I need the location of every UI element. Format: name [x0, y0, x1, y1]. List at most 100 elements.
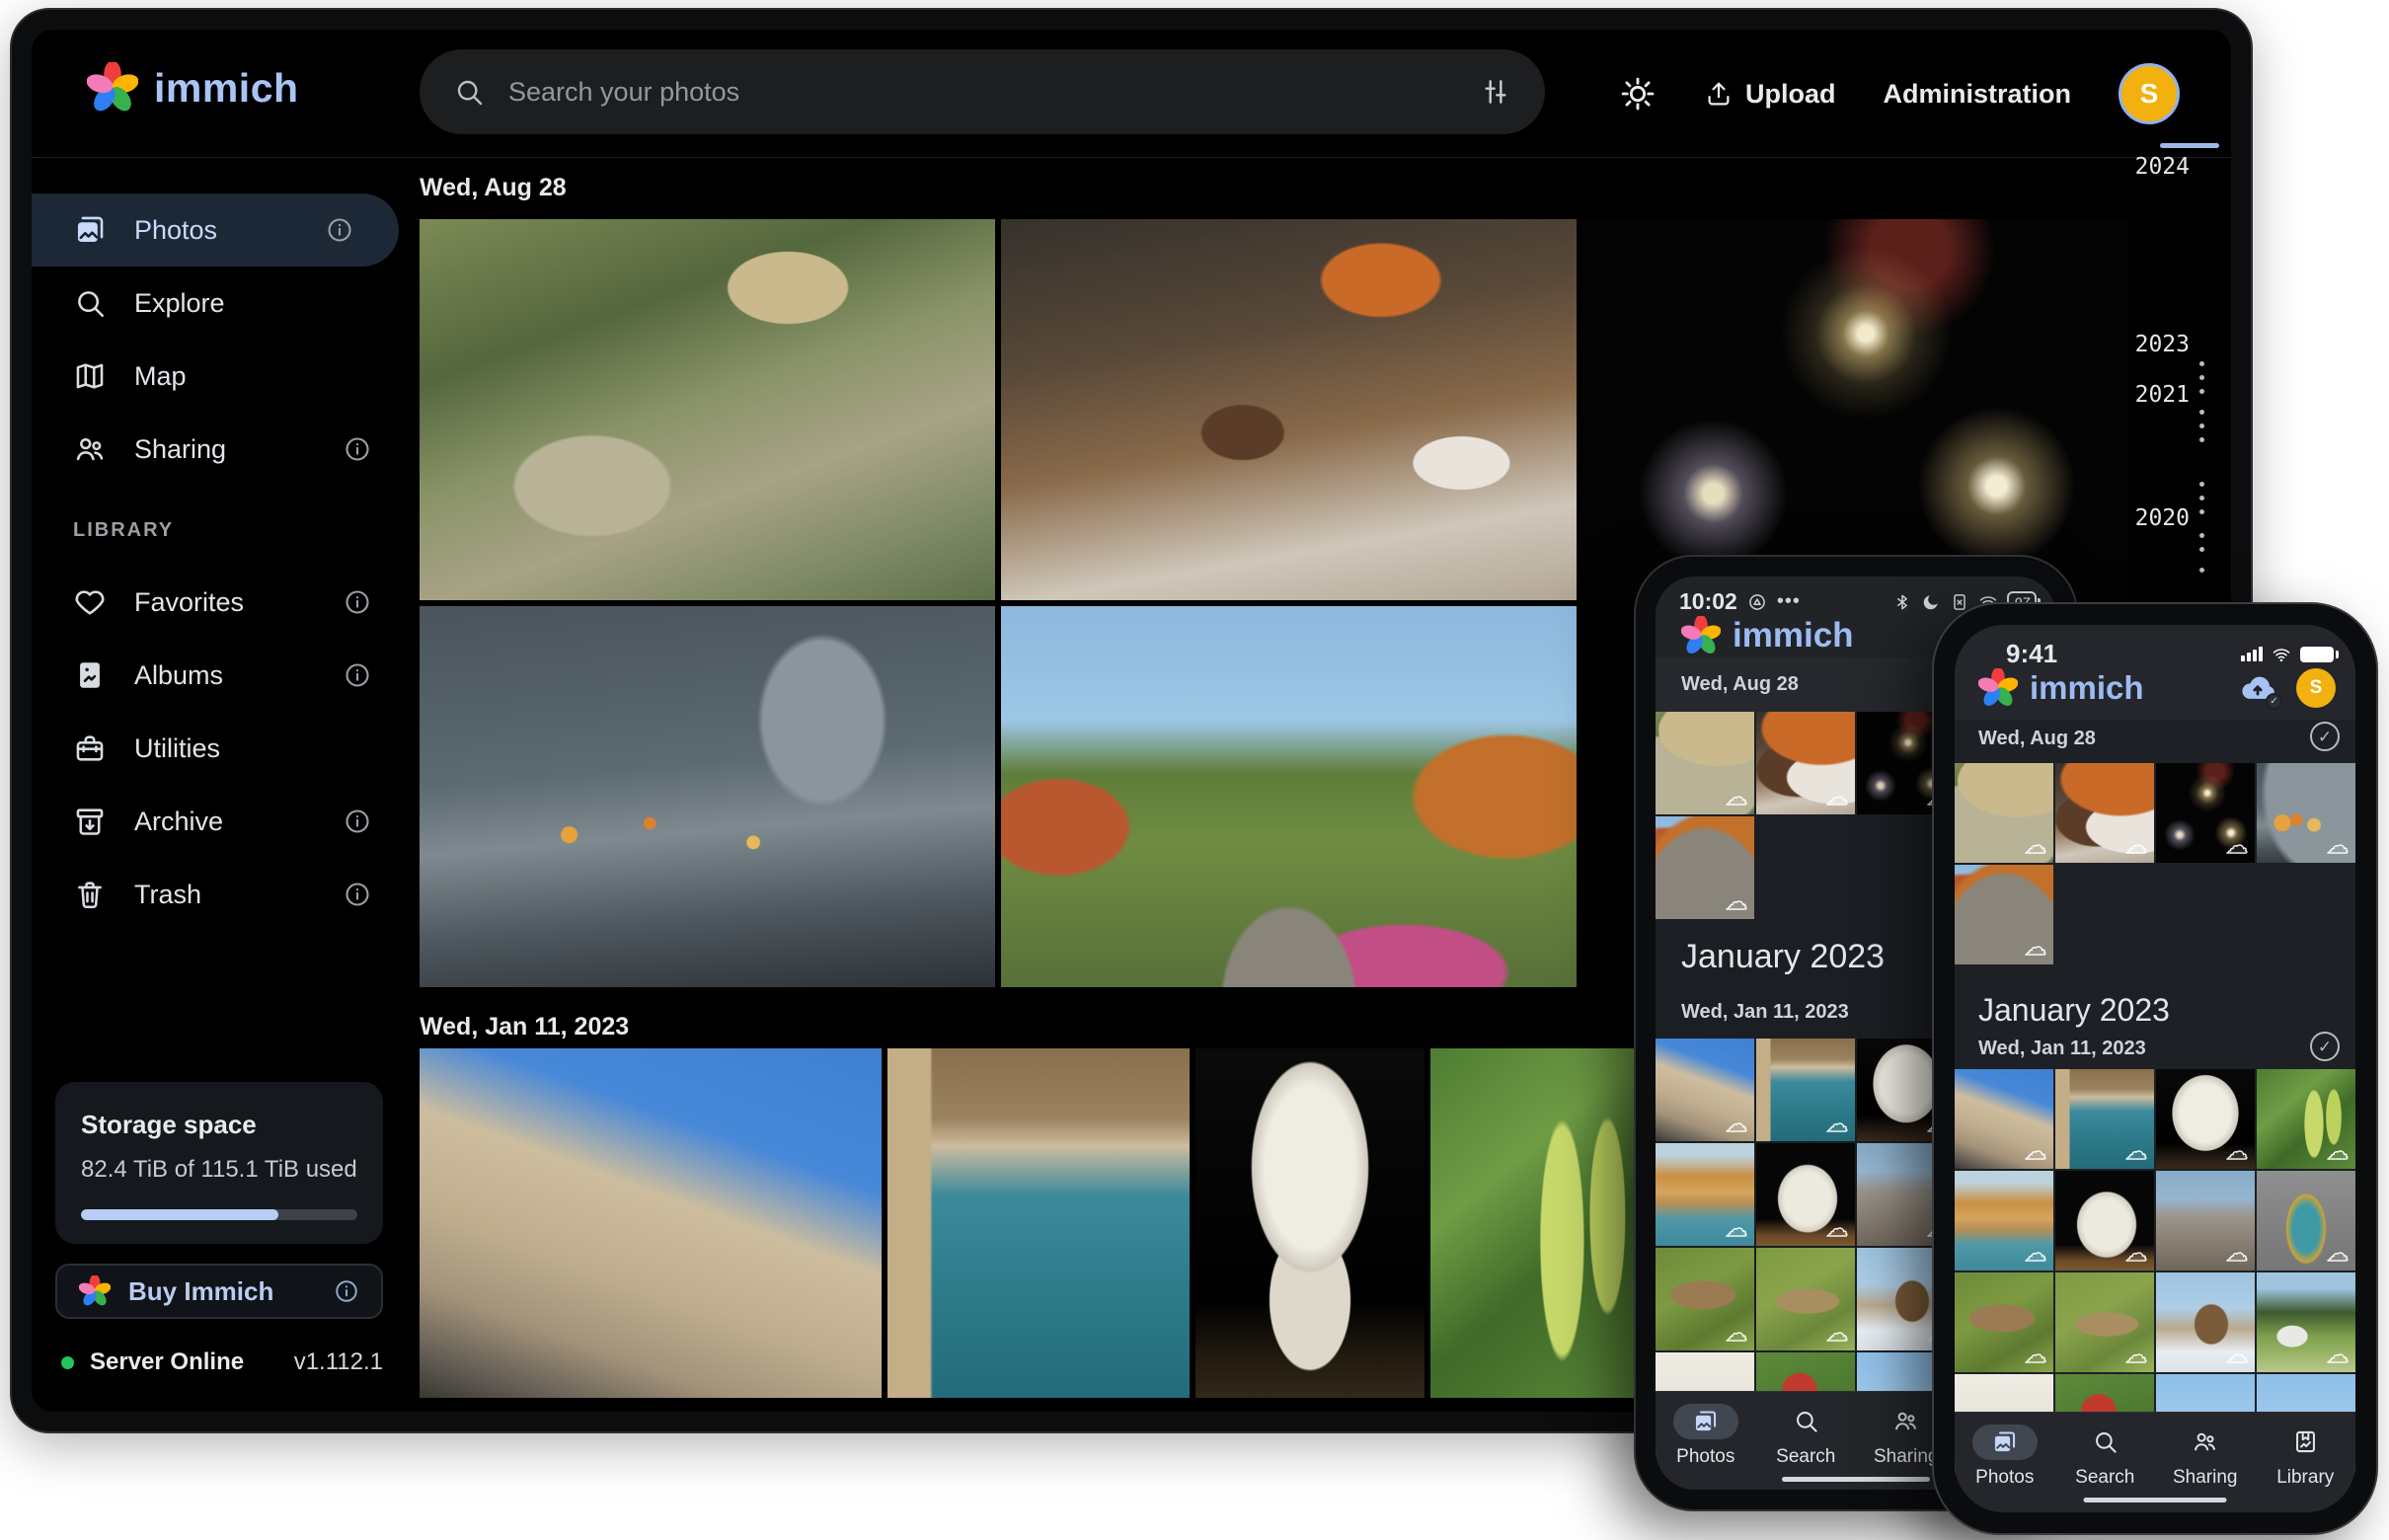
cloud-sync-icon: ☁: [2125, 1346, 2147, 1367]
timeline-year[interactable]: 2024: [2135, 154, 2190, 180]
cloud-sync-icon: ☁: [2327, 1244, 2349, 1266]
tab-search[interactable]: Search: [2055, 1415, 2156, 1489]
app-brand[interactable]: immich: [87, 62, 299, 114]
timeline-year[interactable]: 2020: [2135, 505, 2190, 531]
photo-autumn-park-path[interactable]: [1001, 606, 1577, 987]
tab-sharing[interactable]: Sharing: [2155, 1415, 2256, 1489]
photo-lizard[interactable]: ☁: [1955, 1272, 2053, 1372]
wifi-icon: [2272, 645, 2291, 664]
sidebar-item-archive[interactable]: Archive: [32, 785, 417, 858]
photo-marble-sculpture[interactable]: ☁: [2055, 1171, 2154, 1270]
sidebar-item-map[interactable]: Map: [32, 340, 417, 413]
photo-coastal-bay[interactable]: [887, 1048, 1190, 1398]
photo-sea-grapes[interactable]: [1430, 1048, 1657, 1398]
magnifier-icon: [1793, 1408, 1819, 1434]
info-icon[interactable]: [344, 881, 371, 908]
sidebar-item-utilities[interactable]: Utilities: [32, 712, 417, 785]
photo-row: [420, 606, 1577, 987]
photo-holding-hands[interactable]: [420, 606, 995, 987]
photo-marble-bust[interactable]: ☁: [2156, 1069, 2255, 1169]
tab-photos[interactable]: Photos: [1656, 1394, 1756, 1468]
sidebar-item-albums[interactable]: Albums: [32, 639, 417, 712]
photo-autumn-park-path[interactable]: ☁: [1656, 816, 1754, 919]
tab-library[interactable]: Library: [2256, 1415, 2356, 1489]
photo-beach-cliff[interactable]: ☁: [1955, 1171, 2053, 1270]
app-brand: immich: [1978, 668, 2144, 708]
tab-search[interactable]: Search: [1756, 1394, 1857, 1468]
cloud-sync-icon: ☁: [2226, 1142, 2248, 1164]
info-icon[interactable]: [334, 1278, 359, 1304]
header-actions: ✓ S: [2235, 668, 2336, 708]
info-icon[interactable]: [344, 808, 371, 835]
info-icon[interactable]: [344, 435, 371, 463]
search-input[interactable]: [508, 77, 1456, 108]
photo-fortress-walls[interactable]: [420, 1048, 882, 1398]
select-all-check-icon[interactable]: ✓: [2310, 1032, 2340, 1061]
info-icon[interactable]: [344, 661, 371, 689]
cloud-sync-icon: ☁: [2125, 1142, 2147, 1164]
photo-lizard-closeup[interactable]: ☁: [2055, 1272, 2154, 1372]
timeline-dots: [2199, 482, 2204, 514]
buy-immich-label: Buy Immich: [128, 1276, 316, 1307]
search-filters-icon[interactable]: [1480, 76, 1511, 108]
people-icon: [1892, 1408, 1919, 1434]
timeline-dots: [2199, 361, 2204, 394]
photo-holding-hands[interactable]: ☁: [2257, 763, 2355, 863]
photo-row: [420, 1048, 1657, 1398]
photo-autumn-dinner-table[interactable]: ☁: [2055, 763, 2154, 863]
photo-lizard-closeup[interactable]: ☁: [1756, 1248, 1855, 1350]
timeline-year[interactable]: 2023: [2135, 332, 2190, 357]
magnifier-icon: [2092, 1428, 2119, 1455]
photo-zoo-monkeys[interactable]: [420, 219, 995, 600]
sidebar-item-trash[interactable]: Trash: [32, 858, 417, 931]
photo-winter-village[interactable]: ☁: [2156, 1272, 2255, 1372]
tab-photos[interactable]: Photos: [1955, 1415, 2055, 1489]
select-all-check-icon[interactable]: ✓: [2310, 722, 2340, 751]
photo-cupcake-tower[interactable]: ☁: [2257, 1171, 2355, 1270]
photo-fireworks[interactable]: [1582, 219, 2127, 600]
app-brand: immich: [1681, 616, 1854, 655]
photo-sea-grapes[interactable]: ☁: [2257, 1069, 2355, 1169]
photo-zoo-monkeys[interactable]: ☁: [1656, 712, 1754, 814]
photo-autumn-dinner-table[interactable]: ☁: [1756, 712, 1855, 814]
sidebar-item-label: Albums: [134, 660, 223, 691]
sidebar-item-sharing[interactable]: Sharing: [32, 413, 417, 486]
magnifier-icon: [73, 286, 107, 320]
home-indicator[interactable]: [2084, 1498, 2227, 1502]
date-group-header: Wed, Aug 28: [1978, 728, 2096, 750]
photo-fireworks[interactable]: ☁: [2156, 763, 2255, 863]
cloud-sync-icon: ☁: [1726, 1219, 1747, 1241]
photo-coastal-bay[interactable]: ☁: [2055, 1069, 2154, 1169]
photo-marble-bust[interactable]: [1195, 1048, 1425, 1398]
photo-stone-ruin[interactable]: ☁: [2156, 1171, 2255, 1270]
user-avatar[interactable]: S: [2296, 668, 2336, 708]
theme-toggle-sun-icon[interactable]: [1619, 75, 1657, 113]
photo-coastal-bay[interactable]: ☁: [1756, 1039, 1855, 1141]
photo-lizard[interactable]: ☁: [1656, 1248, 1754, 1350]
search-bar[interactable]: [420, 49, 1545, 134]
timeline-position-marker: [2160, 143, 2219, 148]
photo-fortress-walls[interactable]: ☁: [1656, 1039, 1754, 1141]
info-icon[interactable]: [344, 588, 371, 616]
home-indicator[interactable]: [1782, 1477, 1930, 1482]
info-icon[interactable]: [326, 216, 353, 244]
cloud-sync-icon: ☁: [2025, 836, 2046, 858]
photo-beach-cliff[interactable]: ☁: [1656, 1143, 1754, 1246]
photo-marble-sculpture[interactable]: ☁: [1756, 1143, 1855, 1246]
cloud-backup-icon[interactable]: ✓: [2235, 668, 2280, 708]
sidebar: Photos Explore Map: [32, 158, 417, 1412]
photo-alpine-farm[interactable]: ☁: [2257, 1272, 2355, 1372]
timeline-year[interactable]: 2021: [2135, 382, 2190, 408]
sidebar-item-photos[interactable]: Photos: [32, 193, 399, 267]
photo-zoo-monkeys[interactable]: ☁: [1955, 763, 2053, 863]
cloud-sync-icon: ☁: [2327, 836, 2349, 858]
sidebar-item-explore[interactable]: Explore: [32, 267, 417, 340]
upload-button[interactable]: Upload: [1704, 79, 1836, 110]
photo-autumn-park-path[interactable]: ☁: [1955, 865, 2053, 964]
photo-autumn-dinner-table[interactable]: [1001, 219, 1577, 600]
administration-link[interactable]: Administration: [1883, 79, 2071, 110]
sidebar-item-favorites[interactable]: Favorites: [32, 566, 417, 639]
photo-fortress-walls[interactable]: ☁: [1955, 1069, 2053, 1169]
storage-progress-track: [81, 1209, 357, 1220]
buy-immich-button[interactable]: Buy Immich: [55, 1264, 383, 1319]
